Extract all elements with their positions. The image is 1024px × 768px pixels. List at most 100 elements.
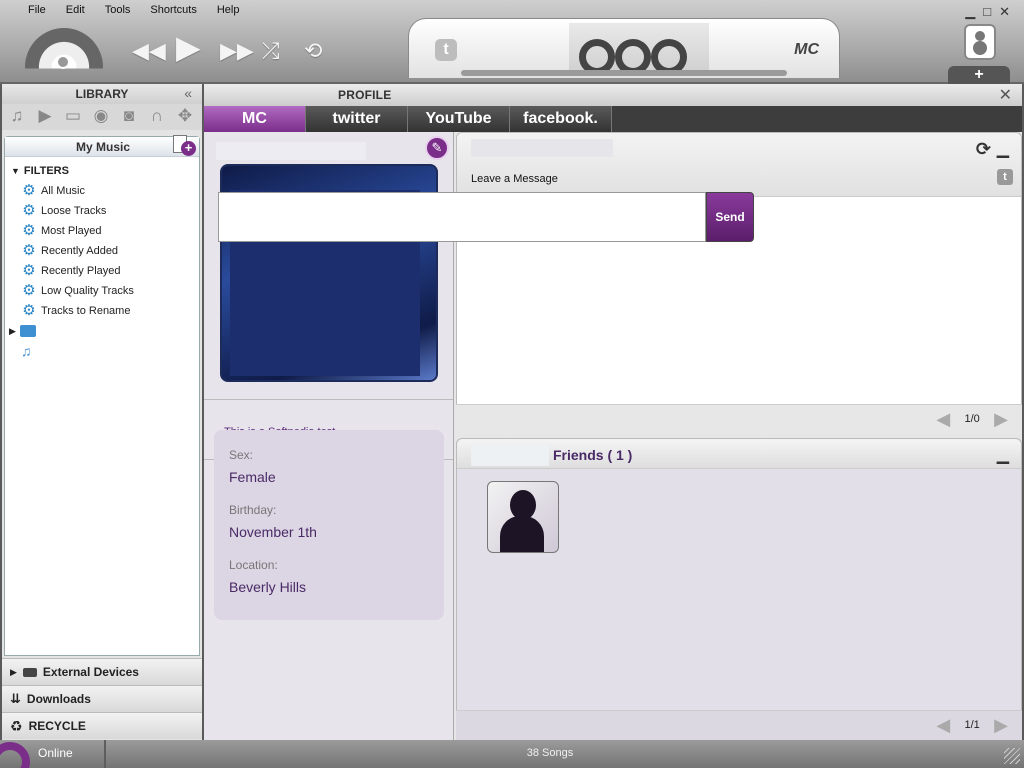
camera-icon[interactable]: ◙ [118, 106, 140, 126]
library-panel: LIBRARY « ♫ ▶ ▭ ◉ ◙ ∩ ✥ My Music + ▼ FILT… [2, 84, 202, 740]
maximize-icon[interactable]: □ [983, 4, 991, 20]
tab-facebook[interactable]: facebook. [510, 106, 612, 132]
gear-icon: ⚙ [22, 242, 36, 259]
recycle-section[interactable]: ♻ RECYCLE [2, 712, 202, 739]
shuffle-icon[interactable]: ⤮ [262, 36, 280, 66]
volume-knob-center-icon [56, 55, 70, 69]
music-icon[interactable]: ♫ [6, 106, 28, 126]
twitter-icon[interactable]: t [435, 39, 457, 61]
close-icon[interactable]: ✕ [999, 85, 1012, 105]
center-display: t MC [408, 18, 840, 78]
progress-bar[interactable] [461, 70, 787, 76]
friend-avatar[interactable] [487, 481, 559, 553]
my-music-title: My Music [75, 140, 130, 154]
tab-twitter[interactable]: twitter [306, 106, 408, 132]
plus-icon: + [181, 141, 196, 156]
next-page-icon[interactable]: ▶ [994, 715, 1008, 735]
prev-page-icon[interactable]: ◀ [936, 715, 950, 735]
filter-all-music[interactable]: ⚙ All Music [5, 181, 199, 201]
next-page-icon[interactable]: ▶ [994, 409, 1008, 429]
send-button[interactable]: Send [706, 192, 754, 242]
profile-titlebar: PROFILE ✕ [204, 84, 1022, 106]
playlist-icon: ♫ [21, 343, 32, 359]
message-input[interactable] [218, 192, 706, 242]
download-icon: ⇊ [10, 691, 21, 706]
gear-icon: ⚙ [22, 222, 36, 239]
gear-icon: ⚙ [22, 302, 36, 319]
minimize-icon[interactable]: ▁ [965, 4, 975, 20]
friends-panel: Friends ( 1 ) ▁ [456, 438, 1022, 740]
folder-icon [19, 325, 36, 337]
profile-title: PROFILE [338, 88, 392, 102]
close-window-icon[interactable]: ✕ [999, 4, 1010, 20]
tab-mc[interactable]: MC [204, 106, 306, 132]
external-devices-section[interactable]: ▶ External Devices [2, 658, 202, 685]
location-value: Beverly Hills [229, 579, 307, 595]
friends-name-box [471, 444, 549, 466]
prev-page-icon[interactable]: ◀ [936, 409, 950, 429]
library-title: LIBRARY [75, 87, 129, 101]
gamepad-icon[interactable]: ✥ [174, 106, 196, 126]
leave-message-label: Leave a Message [471, 173, 558, 185]
menu-file[interactable]: File [18, 3, 56, 17]
resize-grip-icon[interactable] [1004, 748, 1020, 764]
filters-heading[interactable]: ▼ FILTERS [11, 165, 199, 177]
filter-recently-played[interactable]: ⚙ Recently Played [5, 261, 199, 281]
profile-button[interactable] [964, 24, 996, 60]
edit-profile-button[interactable]: ✎ [425, 136, 449, 160]
add-playlist-button[interactable]: + [173, 135, 196, 157]
service-tabs: MC twitter YouTube facebook. [204, 106, 1022, 132]
message-header: ⟳ ▁ Leave a Message t [457, 133, 1021, 197]
play-icon[interactable]: ▶ [176, 31, 201, 63]
gear-icon: ⚙ [22, 202, 36, 219]
filter-tracks-to-rename[interactable]: ⚙ Tracks to Rename [5, 301, 199, 321]
repeat-icon[interactable]: ⟲ [304, 36, 322, 66]
filter-recently-added[interactable]: ⚙ Recently Added [5, 241, 199, 261]
filter-most-played[interactable]: ⚙ Most Played [5, 221, 199, 241]
folder-icon[interactable]: ▭ [62, 106, 84, 126]
pencil-icon: ✎ [431, 140, 443, 155]
message-name-box [471, 139, 613, 157]
filter-low-quality-tracks[interactable]: ⚙ Low Quality Tracks [5, 281, 199, 301]
library-header: LIBRARY « [2, 84, 202, 104]
refresh-icon[interactable]: ⟳ [976, 139, 991, 160]
menu-bar: File Edit Tools Shortcuts Help [18, 3, 249, 17]
playlists-node[interactable]: ♫ [5, 341, 199, 361]
library-media-icons: ♫ ▶ ▭ ◉ ◙ ∩ ✥ [2, 104, 202, 130]
add-tab-button[interactable]: + [948, 66, 1010, 84]
message-page-indicator: 1/0 [964, 413, 980, 425]
message-pager: ◀ 1/0 ▶ [456, 404, 1022, 434]
twitter-icon[interactable]: t [997, 169, 1013, 185]
top-toolbar: File Edit Tools Shortcuts Help ▁ □ ✕ ◀◀ … [0, 0, 1024, 84]
minimize-panel-icon[interactable]: ▁ [997, 139, 1009, 159]
expand-right-icon: ▶ [10, 666, 17, 677]
profile-details-card: Sex: Female Birthday: November 1th Locat… [214, 430, 444, 620]
sex-value: Female [229, 469, 276, 485]
folders-node[interactable]: ▶ [5, 321, 199, 341]
rewind-icon[interactable]: ◀◀ [132, 36, 166, 66]
mc-logo-text: MC [794, 41, 819, 58]
menu-edit[interactable]: Edit [56, 3, 95, 17]
menu-tools[interactable]: Tools [95, 3, 141, 17]
menu-help[interactable]: Help [207, 3, 250, 17]
menu-shortcuts[interactable]: Shortcuts [140, 3, 206, 17]
tab-youtube[interactable]: YouTube [408, 106, 510, 132]
forward-icon[interactable]: ▶▶ [220, 36, 254, 66]
sex-label: Sex: [229, 448, 254, 462]
podcast-icon[interactable]: ◉ [90, 106, 112, 126]
filter-loose-tracks[interactable]: ⚙ Loose Tracks [5, 201, 199, 221]
friends-pager: ◀ 1/1 ▶ [456, 710, 1022, 740]
headphones-icon[interactable]: ∩ [146, 106, 168, 126]
minimize-panel-icon[interactable]: ▁ [997, 445, 1009, 465]
my-music-header: My Music + [5, 135, 199, 157]
gear-icon: ⚙ [22, 182, 36, 199]
songs-count: 38 Songs [526, 747, 574, 759]
profile-name-box [216, 142, 366, 160]
message-panel: ⟳ ▁ Leave a Message t [456, 132, 1022, 434]
profile-photo-area: ✎ [204, 132, 453, 400]
birthday-value: November 1th [229, 524, 317, 540]
collapse-icon[interactable]: « [184, 85, 192, 101]
recycle-icon: ♻ [10, 717, 23, 734]
video-icon[interactable]: ▶ [34, 106, 56, 126]
downloads-section[interactable]: ⇊ Downloads [2, 685, 202, 712]
